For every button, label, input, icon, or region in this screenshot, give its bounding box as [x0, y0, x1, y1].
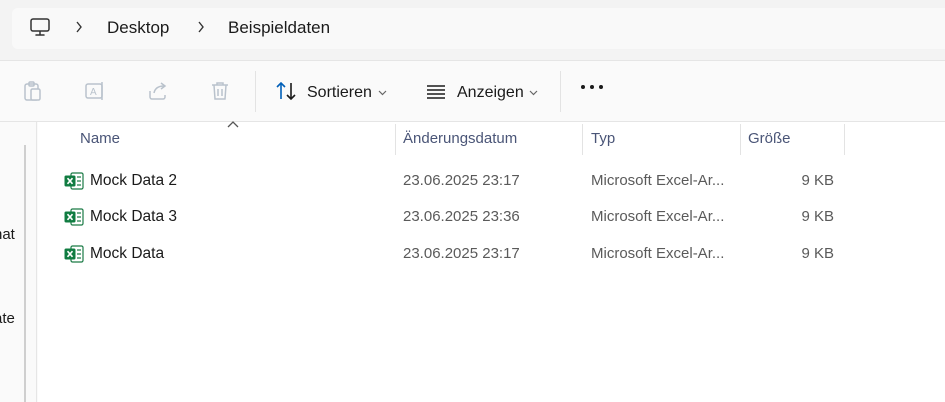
divider	[0, 121, 945, 122]
file-date: 23.06.2025 23:17	[403, 245, 520, 262]
file-size: 9 KB	[801, 172, 834, 189]
column-header-type[interactable]: Typ	[591, 130, 615, 147]
chevron-right-icon[interactable]	[75, 21, 83, 33]
nav-item-partial[interactable]: ate	[0, 310, 15, 327]
excel-file-icon	[64, 245, 84, 263]
file-row[interactable]: Mock Data 2 23.06.2025 23:17 Microsoft E…	[40, 163, 945, 197]
delete-icon[interactable]	[208, 79, 232, 103]
file-type: Microsoft Excel-Ar...	[591, 208, 725, 225]
column-separator[interactable]	[582, 124, 583, 155]
file-size: 9 KB	[801, 208, 834, 225]
file-size: 9 KB	[801, 245, 834, 262]
toolbar-separator	[560, 71, 561, 112]
view-button[interactable]: Anzeigen	[457, 84, 524, 102]
navigation-pane	[0, 122, 38, 402]
column-separator[interactable]	[740, 124, 741, 155]
column-separator[interactable]	[844, 124, 845, 155]
view-icon[interactable]	[424, 79, 448, 103]
nav-scrollbar[interactable]	[24, 145, 26, 402]
sort-icon[interactable]	[274, 79, 298, 103]
computer-icon[interactable]	[29, 16, 51, 38]
chevron-down-icon[interactable]	[529, 90, 538, 96]
file-name[interactable]: Mock Data	[90, 245, 164, 263]
pane-splitter[interactable]	[36, 122, 37, 402]
rename-icon[interactable]: A	[83, 79, 107, 103]
file-row[interactable]: Mock Data 23.06.2025 23:17 Microsoft Exc…	[40, 236, 945, 270]
sort-ascending-icon	[227, 121, 239, 128]
excel-file-icon	[64, 172, 84, 190]
column-separator[interactable]	[395, 124, 396, 155]
excel-file-icon	[64, 208, 84, 226]
svg-text:A: A	[90, 87, 97, 98]
column-header-name[interactable]: Name	[80, 130, 120, 147]
file-row[interactable]: Mock Data 3 23.06.2025 23:36 Microsoft E…	[40, 199, 945, 233]
paste-icon[interactable]	[21, 79, 45, 103]
chevron-right-icon[interactable]	[197, 21, 205, 33]
toolbar-separator	[255, 71, 256, 112]
column-header-date[interactable]: Änderungsdatum	[403, 130, 517, 147]
breadcrumb-desktop[interactable]: Desktop	[107, 18, 169, 38]
nav-item-partial[interactable]: nat	[0, 226, 15, 243]
share-icon[interactable]	[146, 79, 170, 103]
file-type: Microsoft Excel-Ar...	[591, 245, 725, 262]
file-type: Microsoft Excel-Ar...	[591, 172, 725, 189]
command-bar: A Sortieren Anzeigen	[0, 61, 945, 121]
column-header-size[interactable]: Größe	[748, 130, 791, 147]
chevron-down-icon[interactable]	[378, 90, 387, 96]
file-name[interactable]: Mock Data 3	[90, 208, 177, 226]
file-date: 23.06.2025 23:17	[403, 172, 520, 189]
file-name[interactable]: Mock Data 2	[90, 172, 177, 190]
breadcrumb-beispieldaten[interactable]: Beispieldaten	[228, 18, 330, 38]
sort-button[interactable]: Sortieren	[307, 84, 372, 102]
file-date: 23.06.2025 23:36	[403, 208, 520, 225]
more-options-icon[interactable]	[580, 83, 606, 91]
